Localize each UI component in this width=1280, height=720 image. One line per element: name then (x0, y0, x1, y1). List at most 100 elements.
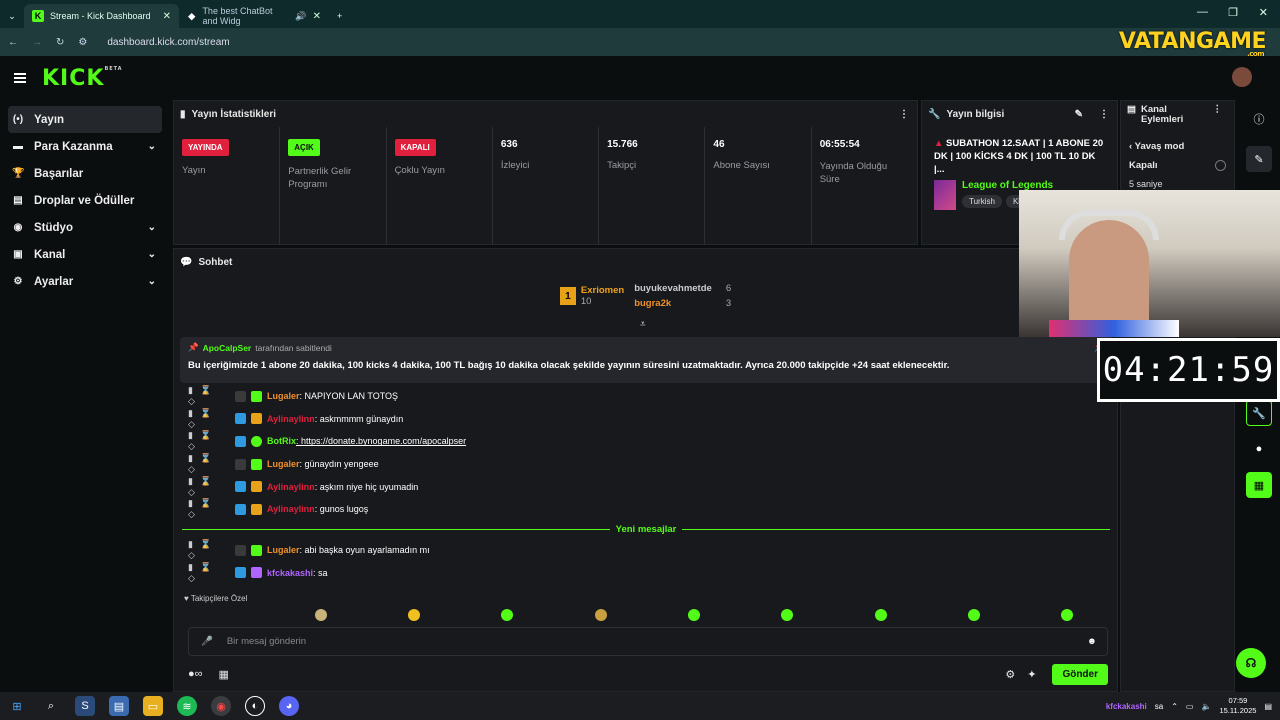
sidebar-item-para-kazanma[interactable]: ▬ Para Kazanma ⌄ (8, 133, 162, 160)
chat-username[interactable]: Lugaler (267, 459, 300, 469)
chat-username[interactable]: Lugaler (267, 545, 300, 555)
kicks-icon[interactable]: ●∞ (188, 668, 203, 680)
chat-username[interactable]: Aylinaylinn (267, 414, 315, 424)
wrench-icon[interactable]: 🔧 (1246, 400, 1272, 426)
emote-icon[interactable] (1061, 609, 1074, 621)
reload-icon[interactable]: ↻ (56, 37, 64, 48)
clock[interactable]: 07:59 15.11.2025 (1219, 696, 1256, 716)
edit-icon[interactable]: ✎ (1075, 109, 1083, 120)
more-options-icon[interactable]: ⋮ (899, 109, 909, 120)
sidebar-item-yayin[interactable]: (•) Yayın (8, 106, 162, 133)
close-window-icon[interactable]: ✕ (1259, 6, 1268, 19)
emote-icon[interactable] (874, 609, 887, 621)
spotify-icon[interactable]: ≋ (177, 696, 197, 716)
back-icon[interactable]: ← (8, 37, 18, 48)
more-options-icon[interactable]: ⋮ (1099, 109, 1109, 120)
mod-tools[interactable]: ▮⌛◇ (188, 539, 230, 561)
emote-icon[interactable] (314, 609, 327, 621)
emote-icon[interactable] (594, 609, 607, 621)
emote-icon[interactable] (781, 609, 794, 621)
steam-icon[interactable]: S (75, 696, 95, 716)
menu-icon[interactable] (14, 73, 26, 83)
stream-title: ▲ SUBATHON 12.SAAT | 1 ABONE 20 DK | 100… (934, 138, 1104, 175)
kick-logo[interactable]: KICKBETA (42, 66, 123, 91)
restore-icon[interactable]: ❐ (1228, 6, 1238, 19)
status-badge: KAPALI (394, 139, 436, 156)
windows-start-icon[interactable]: ⊞ (7, 696, 27, 716)
emote-icon[interactable] (687, 609, 700, 621)
emoji-icon[interactable]: ☻ (1087, 636, 1097, 647)
sidebar-item-studyo[interactable]: ◉ Stüdyo ⌄ (8, 214, 162, 241)
forward-icon[interactable]: → (32, 37, 42, 48)
clapperboard-icon[interactable]: ▦ (1246, 472, 1272, 498)
scroll-down-icon[interactable]: ⩡ (640, 319, 646, 330)
mod-tools[interactable]: ▮⌛◇ (188, 562, 230, 584)
mod-tools[interactable]: ▮⌛◇ (188, 453, 230, 475)
info-icon[interactable]: ⓘ (1246, 106, 1272, 132)
pinned-author[interactable]: ApoCalpSer (203, 343, 252, 353)
slow-mode-header[interactable]: ‹ Yavaş mod (1121, 129, 1234, 152)
mod-tools[interactable]: ▮⌛◇ (188, 408, 230, 430)
avatar[interactable] (1232, 67, 1252, 87)
gifter-name[interactable]: bugra2k (634, 296, 712, 311)
emote-icon[interactable] (501, 609, 514, 621)
store-icon[interactable]: ▦ (219, 668, 229, 681)
chat-username[interactable]: kfckakashi (267, 568, 313, 578)
gifter-name[interactable]: buyukevahmetde (634, 281, 712, 296)
stat-label: Partnerlik Gelir Programı (288, 166, 352, 190)
sidebar-item-droplar[interactable]: ▤ Droplar ve Ödüller (8, 187, 162, 214)
support-chat-icon[interactable]: ☊ (1236, 648, 1266, 678)
store-icon[interactable]: ▤ (109, 696, 129, 716)
radio-icon[interactable] (1215, 160, 1226, 171)
edit-icon[interactable]: ✎ (1246, 146, 1272, 172)
more-options-icon[interactable]: ⋮ (1213, 105, 1223, 125)
top-gifter-1[interactable]: 1 Exriomen 10 (559, 281, 624, 311)
apps-icon[interactable]: ● (1246, 436, 1272, 462)
emote-icon[interactable] (407, 609, 420, 621)
sidebar-item-ayarlar[interactable]: ⚙ Ayarlar ⌄ (8, 268, 162, 295)
settings-icon[interactable]: ⚙ (1005, 668, 1015, 681)
emote-icon[interactable] (967, 609, 980, 621)
slow-mode-option-5s[interactable]: 5 saniye (1121, 171, 1234, 189)
chat-messages-new: ▮⌛◇ Lugaler: abi başka oyun ayarlamadın m… (188, 539, 1108, 584)
chrome-icon[interactable]: ◉ (211, 696, 231, 716)
browser-tab-kick[interactable]: K Stream - Kick Dashboard ✕ (24, 4, 179, 28)
slow-mode-option-off[interactable]: Kapalı (1121, 152, 1234, 171)
sidebar-item-kanal[interactable]: ▣ Kanal ⌄ (8, 241, 162, 268)
close-tab-icon[interactable]: ✕ (313, 11, 321, 22)
close-tab-icon[interactable]: ✕ (163, 11, 171, 22)
sidebar-item-basarilar[interactable]: 🏆 Başarılar (8, 160, 162, 187)
kick-header: KICKBETA (0, 56, 1280, 100)
volume-icon[interactable]: 🔈 (1201, 702, 1211, 711)
chat-username[interactable]: Aylinaylinn (267, 482, 315, 492)
browser-tab-chatbot[interactable]: ◆ The best ChatBot and Widg 🔊 ✕ (179, 4, 329, 28)
search-icon[interactable]: ⌕ (41, 696, 61, 716)
file-explorer-icon[interactable]: ▭ (143, 696, 163, 716)
send-button[interactable]: Gönder (1052, 663, 1108, 685)
chat-link[interactable]: : https://donate.bynogame.com/apocalpser (296, 436, 466, 446)
url-field[interactable]: dashboard.kick.com/stream (107, 37, 229, 48)
mod-tools[interactable]: ▮⌛◇ (188, 385, 230, 407)
chevron-down-icon: ⌄ (147, 141, 156, 152)
chat-username[interactable]: BotRix (267, 436, 296, 446)
chat-username[interactable]: Aylinaylinn (267, 504, 315, 514)
network-icon[interactable]: ▭ (1186, 702, 1194, 711)
minimize-icon[interactable]: — (1197, 6, 1208, 18)
chevron-up-icon[interactable]: ⌃ (1171, 702, 1178, 711)
mic-icon[interactable]: 🎤 (201, 636, 213, 647)
stat-value: 46 (713, 139, 725, 150)
stream-stats-panel: ▮ Yayın İstatistikleri ⋮ YAYINDA Yayın AÇ… (173, 100, 918, 245)
audio-icon[interactable]: 🔊 (295, 11, 306, 22)
bot-icon[interactable]: ✦ (1027, 668, 1036, 681)
tab-search-button[interactable]: ⌄ (0, 4, 24, 28)
discord-icon[interactable]: ◕ (279, 696, 299, 716)
obs-icon[interactable]: ◐ (245, 696, 265, 716)
site-info-icon[interactable]: ⚙ (78, 37, 87, 48)
chat-username[interactable]: Lugaler (267, 391, 300, 401)
mod-tools[interactable]: ▮⌛◇ (188, 476, 230, 498)
chat-input[interactable]: 🎤 Bir mesaj gönderin ☻ (188, 627, 1108, 656)
mod-tools[interactable]: ▮⌛◇ (188, 498, 230, 520)
notifications-icon[interactable]: ▤ (1264, 702, 1272, 711)
mod-tools[interactable]: ▮⌛◇ (188, 430, 230, 452)
new-tab-button[interactable]: + (329, 4, 353, 28)
